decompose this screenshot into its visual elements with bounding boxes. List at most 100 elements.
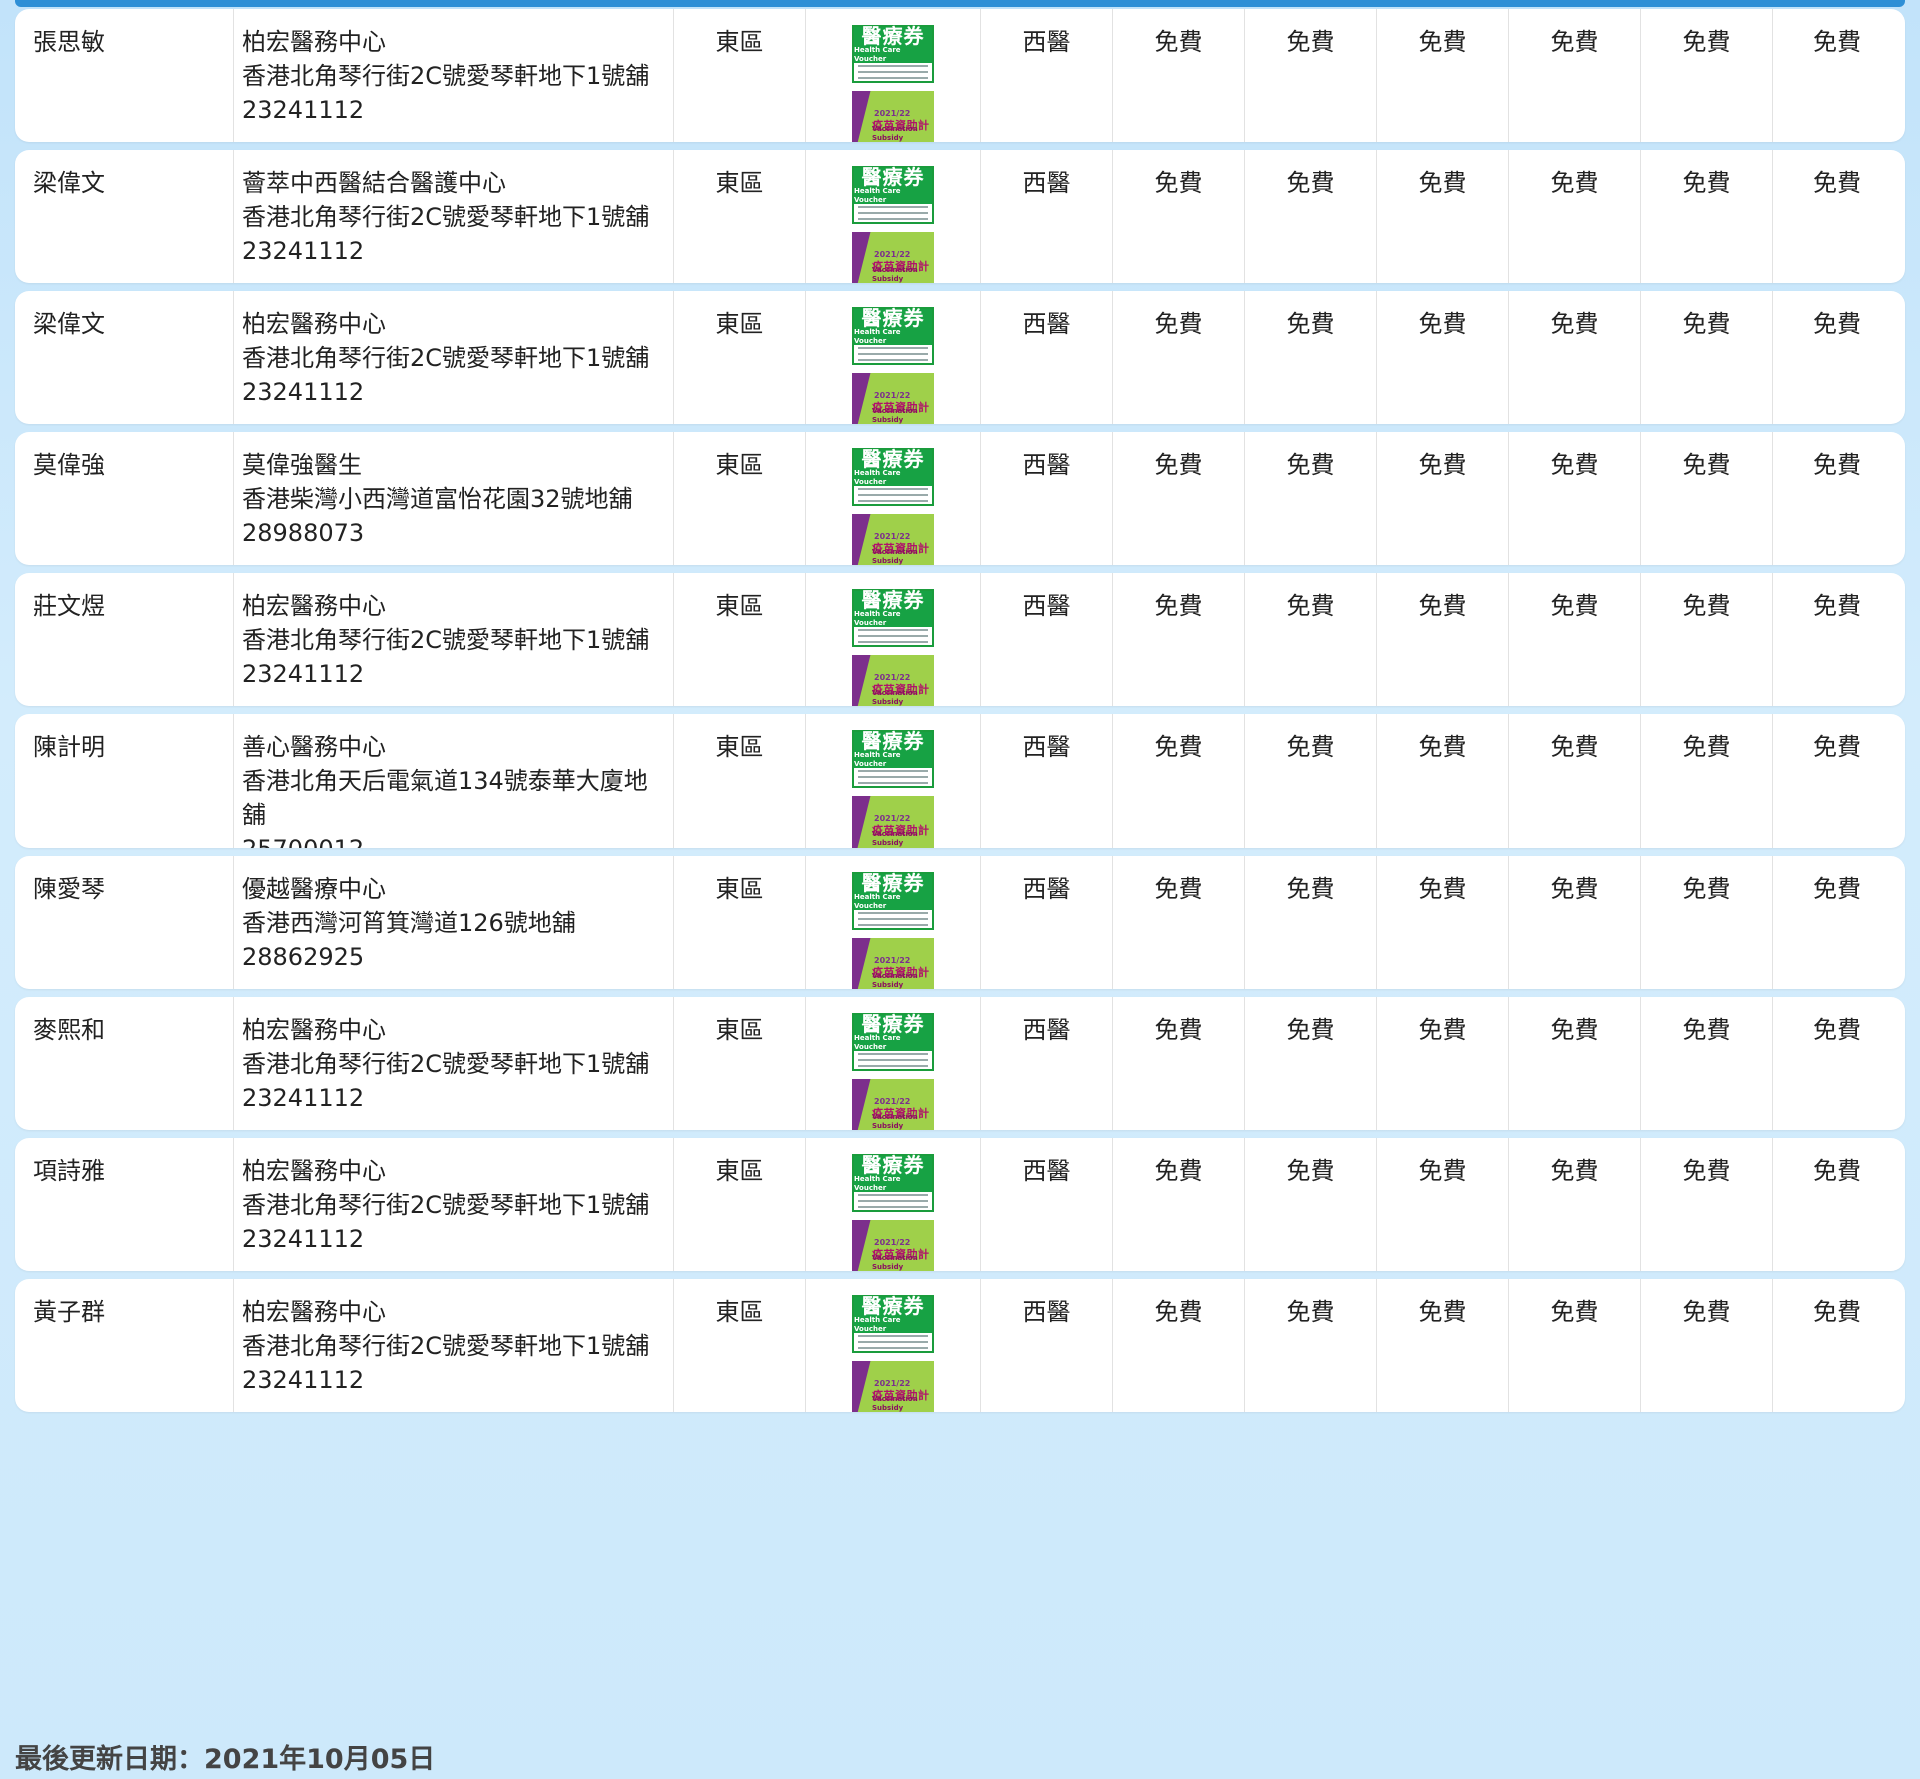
service-type-text: 西醫 (1022, 733, 1071, 761)
clinic-phone: 23241112 (242, 96, 365, 124)
voucher-logo-en: Health Care Voucher (854, 46, 901, 63)
clinic-name: 薈萃中西醫結合醫護中心 (242, 169, 506, 197)
fee-cell: 免費 (1244, 9, 1376, 142)
scheme-logos-cell: 醫療券Health Care Voucher 2021/22 疫苗資助計劃 Va… (805, 1138, 980, 1271)
district-text: 東區 (715, 169, 764, 197)
doctor-name-cell: 黃子群 (15, 1279, 233, 1412)
clinic-info-cell: 善心醫務中心香港北角天后電氣道134號泰華大廈地舖 25700012 (233, 714, 673, 848)
voucher-logo-en: Health Care Voucher (854, 469, 901, 486)
doctor-row: 黃子群 柏宏醫務中心 香港北角琴行街2C號愛琴軒地下1號舖 23241112 東區 … (15, 1279, 1905, 1412)
service-type-text: 西醫 (1022, 451, 1071, 479)
fee-cell: 免費 (1244, 573, 1376, 706)
fee-text: 免費 (1286, 1298, 1335, 1326)
fee-cell: 免費 (1376, 856, 1508, 989)
clinic-name: 柏宏醫務中心 (242, 1016, 386, 1044)
district-text: 東區 (715, 451, 764, 479)
fee-cell: 免費 (1772, 9, 1901, 142)
doctor-name: 項詩雅 (33, 1157, 105, 1185)
fee-cell: 免費 (1772, 1279, 1901, 1412)
service-type-text: 西醫 (1022, 28, 1071, 56)
district-text: 東區 (715, 1298, 764, 1326)
service-type-cell: 西醫 (980, 997, 1112, 1130)
fee-cell: 免費 (1376, 573, 1508, 706)
clinic-address: 香港北角琴行街2C號愛琴軒地下1號舖 (242, 62, 650, 90)
doctor-row: 麥熙和 柏宏醫務中心 香港北角琴行街2C號愛琴軒地下1號舖 23241112 東區 … (15, 997, 1905, 1130)
district-text: 東區 (715, 733, 764, 761)
vss-logo-en: VaccinationSubsidy Scheme (872, 125, 918, 142)
vss-logo-en: VaccinationSubsidy Scheme (872, 548, 918, 565)
fee-text: 免費 (1682, 875, 1731, 903)
fee-text: 免費 (1682, 1298, 1731, 1326)
fee-cell: 免費 (1112, 291, 1244, 424)
district-text: 東區 (715, 1016, 764, 1044)
clinic-info-cell: 優越醫療中心 香港西灣河筲箕灣道126號地舖 28862925 (233, 856, 673, 989)
service-type-cell: 西醫 (980, 432, 1112, 565)
scheme-logos-cell: 醫療券Health Care Voucher 2021/22 疫苗資助計劃 Va… (805, 432, 980, 565)
voucher-logo-en: Health Care Voucher (854, 893, 901, 910)
voucher-logo-zh: 醫療券 (861, 588, 925, 612)
vss-logo-en: VaccinationSubsidy Scheme (872, 266, 918, 283)
district-cell: 東區 (673, 997, 805, 1130)
fee-cell: 免費 (1508, 856, 1640, 989)
doctor-name-cell: 莫偉強 (15, 432, 233, 565)
fee-cell: 免費 (1640, 1138, 1772, 1271)
fee-text: 免費 (1813, 1298, 1861, 1326)
fee-cell: 免費 (1376, 9, 1508, 142)
voucher-logo-en: Health Care Voucher (854, 1316, 901, 1333)
district-cell: 東區 (673, 1138, 805, 1271)
fee-cell: 免費 (1244, 1279, 1376, 1412)
vaccination-subsidy-scheme-logo: 2021/22 疫苗資助計劃 VaccinationSubsidy Scheme (852, 1361, 934, 1412)
doctor-name-cell: 陳計明 (15, 714, 233, 848)
fee-cell: 免費 (1112, 432, 1244, 565)
fee-cell: 免費 (1112, 573, 1244, 706)
service-type-text: 西醫 (1022, 169, 1071, 197)
health-care-voucher-logo: 醫療券 Health Care Voucher (852, 166, 934, 224)
fee-text: 免費 (1418, 451, 1467, 479)
clinic-info-cell: 薈萃中西醫結合醫護中心 香港北角琴行街2C號愛琴軒地下1號舖 23241112 (233, 150, 673, 283)
fee-cell: 免費 (1772, 714, 1901, 848)
doctor-name-cell: 項詩雅 (15, 1138, 233, 1271)
fee-cell: 免費 (1772, 856, 1901, 989)
health-care-voucher-logo: 醫療券 Health Care Voucher (852, 1013, 934, 1071)
district-cell: 東區 (673, 714, 805, 848)
district-text: 東區 (715, 1157, 764, 1185)
fee-cell: 免費 (1640, 291, 1772, 424)
health-care-voucher-logo: 醫療券 Health Care Voucher (852, 1154, 934, 1212)
doctor-name: 莫偉強 (33, 451, 105, 479)
fee-cell: 免費 (1112, 150, 1244, 283)
fee-text: 免費 (1286, 310, 1335, 338)
clinic-info-cell: 柏宏醫務中心 香港北角琴行街2C號愛琴軒地下1號舖 23241112 (233, 573, 673, 706)
fee-text: 免費 (1154, 451, 1203, 479)
fee-cell: 免費 (1112, 1279, 1244, 1412)
fee-text: 免費 (1286, 875, 1335, 903)
clinic-phone: 23241112 (242, 378, 365, 406)
doctor-name-cell: 陳愛琴 (15, 856, 233, 989)
fee-cell: 免費 (1640, 1279, 1772, 1412)
clinic-phone: 23241112 (242, 237, 365, 265)
fee-text: 免費 (1813, 733, 1861, 761)
fee-cell: 免費 (1244, 291, 1376, 424)
fee-cell: 免費 (1508, 1279, 1640, 1412)
clinic-info-cell: 柏宏醫務中心 香港北角琴行街2C號愛琴軒地下1號舖 23241112 (233, 997, 673, 1130)
fee-cell: 免費 (1376, 997, 1508, 1130)
doctor-row: 梁偉文 薈萃中西醫結合醫護中心 香港北角琴行街2C號愛琴軒地下1號舖 2324111… (15, 150, 1905, 283)
fee-cell: 免費 (1376, 432, 1508, 565)
fee-text: 免費 (1418, 733, 1467, 761)
clinic-phone: 28988073 (242, 519, 365, 547)
vss-logo-en: VaccinationSubsidy Scheme (872, 1254, 918, 1271)
scheme-logos-cell: 醫療券Health Care Voucher 2021/22 疫苗資助計劃 Va… (805, 856, 980, 989)
voucher-logo-zh: 醫療券 (861, 729, 925, 753)
clinic-phone: 23241112 (242, 1225, 365, 1253)
fee-text: 免費 (1286, 733, 1335, 761)
fee-cell: 免費 (1640, 997, 1772, 1130)
fee-text: 免費 (1550, 451, 1599, 479)
doctor-name-cell: 麥熙和 (15, 997, 233, 1130)
fee-text: 免費 (1550, 310, 1599, 338)
health-care-voucher-logo: 醫療券 Health Care Voucher (852, 1295, 934, 1353)
district-text: 東區 (715, 310, 764, 338)
fee-text: 免費 (1682, 169, 1731, 197)
clinic-name: 莫偉強醫生 (242, 451, 362, 479)
fee-text: 免費 (1550, 28, 1599, 56)
scheme-logos-cell: 醫療券Health Care Voucher 2021/22 疫苗資助計劃 Va… (805, 150, 980, 283)
health-care-voucher-logo: 醫療券 Health Care Voucher (852, 589, 934, 647)
